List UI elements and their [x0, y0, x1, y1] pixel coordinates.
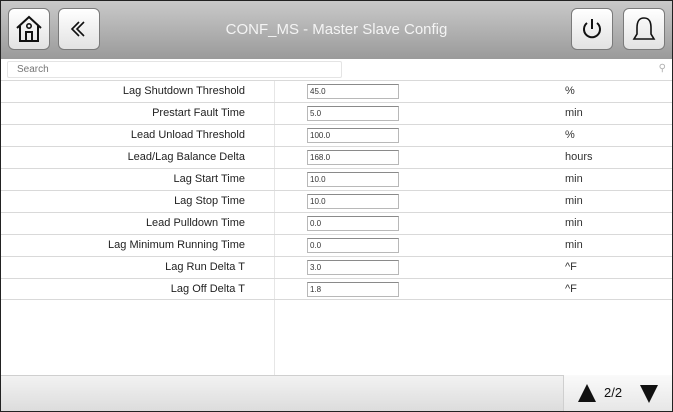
back-button[interactable]: [58, 8, 100, 50]
header-bar: CONF_MS - Master Slave Config: [1, 1, 672, 59]
power-button[interactable]: [571, 8, 613, 50]
value-field[interactable]: 1.8: [307, 282, 399, 297]
table-row: Lead Pulldown Time 0.0 min: [1, 212, 672, 234]
value-field[interactable]: 168.0: [307, 150, 399, 165]
app-frame: CONF_MS - Master Slave Config ⚲ Lag Shut…: [0, 0, 673, 412]
row-label: Lag Off Delta T: [170, 283, 245, 295]
row-unit: min: [565, 195, 583, 207]
table-row: Lag Shutdown Threshold 45.0 %: [1, 80, 672, 102]
row-unit: ^F: [565, 261, 577, 273]
value-field[interactable]: 100.0: [307, 128, 399, 143]
row-unit: min: [565, 173, 583, 185]
row-unit: %: [565, 129, 575, 141]
table-row: Lag Minimum Running Time 0.0 min: [1, 234, 672, 256]
search-icon[interactable]: ⚲: [659, 63, 666, 74]
value-field[interactable]: 10.0: [307, 172, 399, 187]
table-row: Lag Off Delta T 1.8 ^F: [1, 278, 672, 300]
search-input[interactable]: [7, 61, 342, 78]
search-row: ⚲: [1, 59, 672, 80]
row-label: Lag Stop Time: [174, 195, 245, 207]
row-unit: hours: [565, 151, 593, 163]
value-field[interactable]: 3.0: [307, 260, 399, 275]
page-title: CONF_MS - Master Slave Config: [225, 21, 448, 38]
value-field[interactable]: 45.0: [307, 84, 399, 99]
table-row: Lag Stop Time 10.0 min: [1, 190, 672, 212]
row-label: Lag Start Time: [173, 173, 245, 185]
row-unit: ^F: [565, 283, 577, 295]
row-label: Lead Unload Threshold: [130, 129, 245, 141]
value-field[interactable]: 10.0: [307, 194, 399, 209]
row-label: Prestart Fault Time: [152, 107, 245, 119]
page-indicator: 2/2: [604, 385, 623, 400]
row-label: Lag Run Delta T: [165, 261, 245, 273]
page-up-icon[interactable]: [578, 384, 596, 402]
page-down-icon[interactable]: [640, 385, 658, 403]
bell-icon: [632, 17, 656, 40]
table-row: Lead Unload Threshold 100.0 %: [1, 124, 672, 146]
table-row: Lag Run Delta T 3.0 ^F: [1, 256, 672, 278]
row-label: Lag Minimum Running Time: [108, 239, 245, 251]
row-unit: %: [565, 85, 575, 97]
settings-table: Lag Shutdown Threshold 45.0 % Prestart F…: [1, 80, 672, 300]
row-unit: min: [565, 217, 583, 229]
row-label: Lead Pulldown Time: [145, 217, 245, 229]
row-label: Lag Shutdown Threshold: [122, 85, 245, 97]
value-field[interactable]: 5.0: [307, 106, 399, 121]
power-icon: [583, 19, 601, 39]
home-icon: [16, 15, 42, 42]
value-field[interactable]: 0.0: [307, 216, 399, 231]
home-button[interactable]: [8, 8, 50, 50]
table-row: Lag Start Time 10.0 min: [1, 168, 672, 190]
table-row: Lead/Lag Balance Delta 168.0 hours: [1, 146, 672, 168]
row-unit: min: [565, 239, 583, 251]
value-field[interactable]: 0.0: [307, 238, 399, 253]
row-unit: min: [565, 107, 583, 119]
row-label: Lead/Lag Balance Delta: [127, 151, 245, 163]
pager: 2/2: [563, 375, 672, 411]
double-chevron-left-icon: [70, 21, 85, 37]
alarm-button[interactable]: [623, 8, 665, 50]
table-row: Prestart Fault Time 5.0 min: [1, 102, 672, 124]
